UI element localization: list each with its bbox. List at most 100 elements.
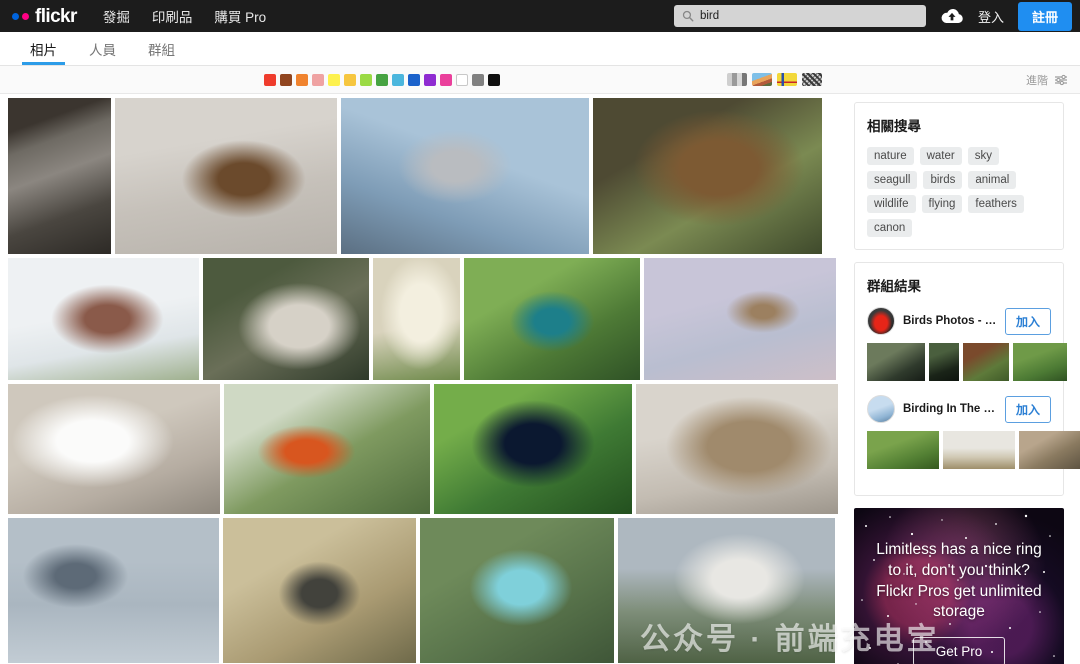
advanced-label: 進階: [1025, 74, 1048, 87]
photo-hawk-portrait[interactable]: [8, 98, 111, 254]
header-right-actions: 登入 註冊: [673, 1, 1072, 31]
sidebar: 相關搜尋 nature water sky seagull birds animal wil…: [842, 94, 1080, 664]
signin-link[interactable]: 登入: [978, 7, 1004, 26]
related-tag-animal[interactable]: animal: [968, 171, 1017, 189]
group-name[interactable]: Birding In The Wild: [903, 403, 997, 415]
color-swatch-yellow[interactable]: [327, 73, 340, 86]
photo-image: [618, 518, 835, 663]
tab-people[interactable]: 人員: [73, 32, 132, 65]
photo-image: [8, 384, 220, 514]
related-tag-flying[interactable]: flying: [921, 195, 963, 213]
group-thumb-night-heron[interactable]: [867, 343, 925, 381]
photo-purple-heron[interactable]: [8, 258, 199, 380]
search-box[interactable]: [673, 5, 926, 27]
photo-image: [434, 384, 632, 514]
photo-gannet[interactable]: [373, 258, 460, 380]
shallow-depth-style[interactable]: [752, 73, 773, 86]
logo-dots-icon: [12, 12, 29, 20]
page-content: 相關搜尋 nature water sky seagull birds animal wil…: [0, 94, 1080, 664]
color-swatch-lime[interactable]: [359, 73, 372, 86]
photo-heron-reflection[interactable]: [8, 518, 219, 663]
color-swatch-purple[interactable]: [423, 73, 436, 86]
photo-cordon-bleu-finch[interactable]: [420, 518, 614, 663]
photo-sleeping-duck[interactable]: [203, 258, 369, 380]
search-icon: [682, 10, 694, 22]
pro-promo-banner[interactable]: Limitless has a nice ring to it, don't y…: [854, 508, 1064, 664]
photo-purple-sunbird[interactable]: [434, 384, 632, 514]
photo-hummingbird-flight[interactable]: [464, 258, 640, 380]
photo-great-horned-owl[interactable]: [636, 384, 838, 514]
photo-image: [373, 258, 460, 380]
color-swatch-red[interactable]: [263, 73, 276, 86]
nav-prints[interactable]: 印刷品: [152, 6, 193, 26]
color-swatch-green[interactable]: [375, 73, 388, 86]
related-tag-wildlife[interactable]: wildlife: [867, 195, 916, 213]
color-swatch-orange[interactable]: [295, 73, 308, 86]
related-tag-nature[interactable]: nature: [867, 147, 914, 165]
style-filter-chips: [727, 73, 823, 86]
nav-get-pro[interactable]: 購買 Pro: [214, 6, 266, 26]
color-swatch-black[interactable]: [487, 73, 500, 86]
filter-bar: 進階: [0, 66, 1080, 94]
group-thumb-dark-bird[interactable]: [929, 343, 959, 381]
group-thumb-red-flower-field[interactable]: [963, 343, 1009, 381]
related-tag-seagull[interactable]: seagull: [867, 171, 918, 189]
related-searches-card: 相關搜尋 nature water sky seagull birds animal wil…: [854, 102, 1064, 250]
color-swatch-pink[interactable]: [311, 73, 324, 86]
group-thumb-kingfisher-dive[interactable]: [1019, 431, 1080, 469]
group-results-title: 群組結果: [867, 279, 921, 294]
related-tag-water[interactable]: water: [919, 147, 962, 165]
photo-mockingbird-branch[interactable]: [341, 98, 589, 254]
color-swatch-white[interactable]: [455, 73, 468, 86]
search-input[interactable]: [699, 5, 918, 27]
photo-red-tailed-hawk[interactable]: [593, 98, 822, 254]
flickr-logo[interactable]: flickr: [12, 7, 77, 26]
group-results-card: 群組結果 Birds Photos - Chec... 加入 Birding In …: [854, 262, 1080, 496]
photo-wood-stork[interactable]: [618, 518, 835, 663]
cloud-upload-icon[interactable]: [940, 7, 964, 25]
color-swatch-magenta[interactable]: [439, 73, 452, 86]
photo-row: [8, 384, 842, 514]
group-thumb-gulls-meadow[interactable]: [867, 431, 939, 469]
photo-kittiwake-nest[interactable]: [8, 384, 220, 514]
tab-photos[interactable]: 相片: [14, 32, 73, 65]
color-swatch-cyan[interactable]: [391, 73, 404, 86]
related-tag-canon[interactable]: canon: [867, 219, 913, 237]
group-thumb-bird-on-post[interactable]: [943, 431, 1015, 469]
photo-image: [8, 98, 111, 254]
photo-dark-eyed-junco[interactable]: [223, 518, 416, 663]
group-result-row: Birds Photos - Chec... 加入: [867, 307, 1051, 335]
related-tag-feathers[interactable]: feathers: [968, 195, 1024, 213]
photo-perched-songbird[interactable]: [644, 258, 836, 380]
logo-wordmark: flickr: [35, 5, 77, 27]
photo-row: [8, 98, 842, 254]
advanced-filters-button[interactable]: 進階: [1026, 72, 1068, 88]
pattern-style[interactable]: [777, 73, 798, 86]
avatar-birds-photos[interactable]: [867, 307, 895, 335]
join-group-button[interactable]: 加入: [1004, 307, 1051, 335]
search-result-tabs: 相片 人員 群組: [0, 32, 1080, 66]
group-thumb-egrets-grass[interactable]: [1013, 343, 1067, 381]
black-and-white-style[interactable]: [727, 73, 748, 86]
color-swatch-brown[interactable]: [279, 73, 292, 86]
photo-image: [420, 518, 614, 663]
minimalist-style[interactable]: [802, 73, 823, 86]
photo-image: [644, 258, 836, 380]
color-swatch-gold[interactable]: [343, 73, 356, 86]
tab-groups[interactable]: 群組: [132, 32, 191, 65]
color-swatch-blue[interactable]: [407, 73, 420, 86]
photo-image: [224, 384, 430, 514]
related-tag-birds[interactable]: birds: [923, 171, 963, 189]
photo-rainbow-lorikeets[interactable]: [224, 384, 430, 514]
color-swatch-gray[interactable]: [471, 73, 484, 86]
get-pro-button[interactable]: Get Pro: [912, 637, 1006, 664]
photo-mallard-duck[interactable]: [115, 98, 337, 254]
nav-explore[interactable]: 發掘: [103, 6, 130, 26]
group-name[interactable]: Birds Photos - Chec...: [903, 315, 997, 327]
signup-button[interactable]: 註冊: [1017, 1, 1072, 31]
join-group-button[interactable]: 加入: [1004, 395, 1051, 423]
photo-row: [8, 518, 842, 663]
group-thumbnail-strip: [867, 343, 1067, 381]
avatar-birding-in-the-wild[interactable]: [867, 395, 895, 423]
related-tag-sky[interactable]: sky: [967, 147, 999, 165]
